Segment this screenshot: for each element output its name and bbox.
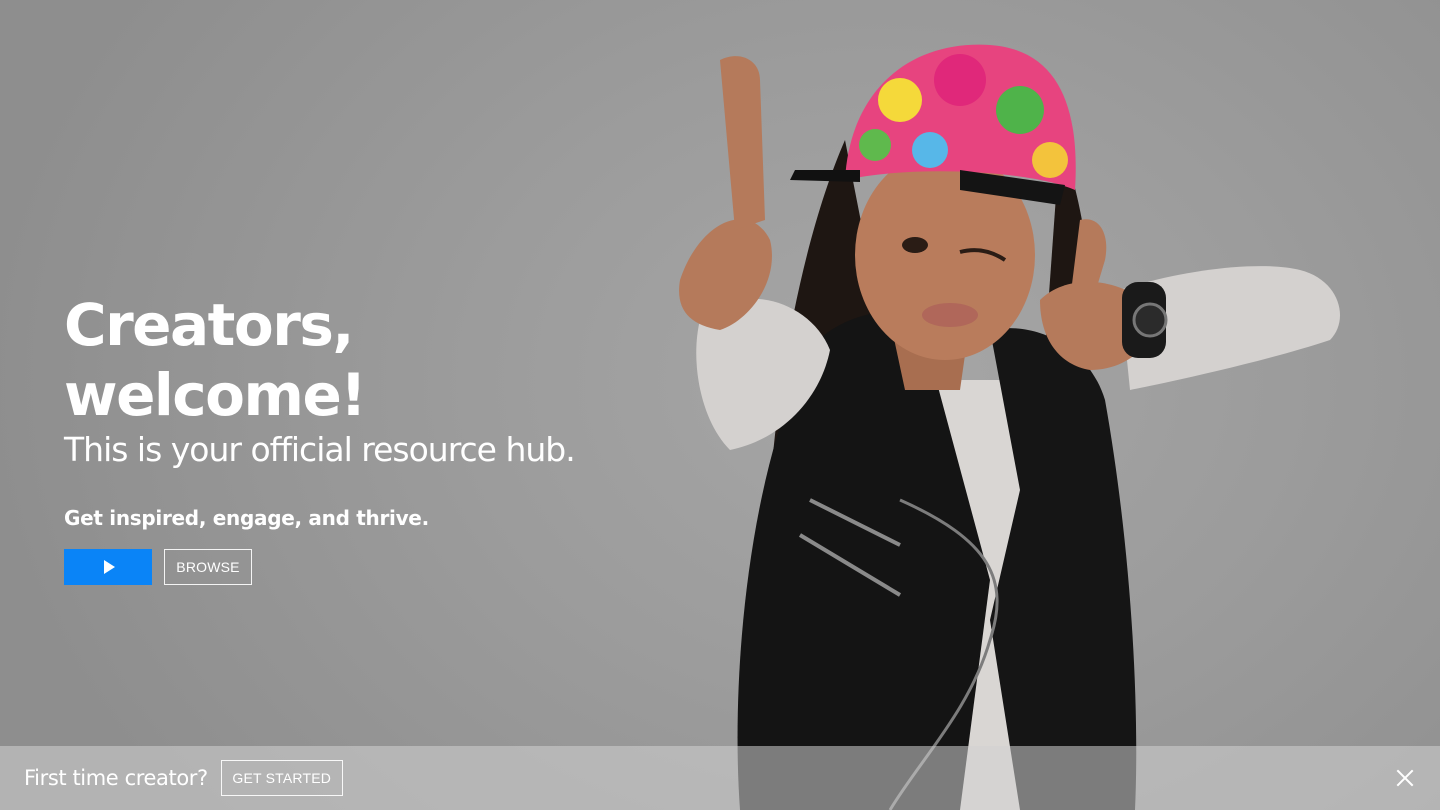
close-icon[interactable]	[1396, 769, 1414, 787]
hero-subtitle: This is your official resource hub.	[64, 430, 576, 469]
get-started-button[interactable]: GET STARTED	[220, 760, 343, 796]
hero-tagline: Get inspired, engage, and thrive.	[64, 506, 429, 530]
first-time-creator-label: First time creator?	[24, 766, 208, 790]
hero-title: Creators, welcome!	[64, 291, 367, 429]
hero-banner: Creators, welcome! This is your official…	[0, 0, 1440, 810]
hero-copy: Creators, welcome! This is your official…	[64, 290, 664, 585]
play-icon	[104, 560, 115, 574]
play-video-button[interactable]	[64, 549, 152, 585]
hero-actions: BROWSE	[64, 549, 664, 585]
first-time-creator-bar: First time creator? GET STARTED	[0, 746, 1440, 810]
hero-photo-person	[660, 20, 1380, 810]
browse-button[interactable]: BROWSE	[164, 549, 252, 585]
